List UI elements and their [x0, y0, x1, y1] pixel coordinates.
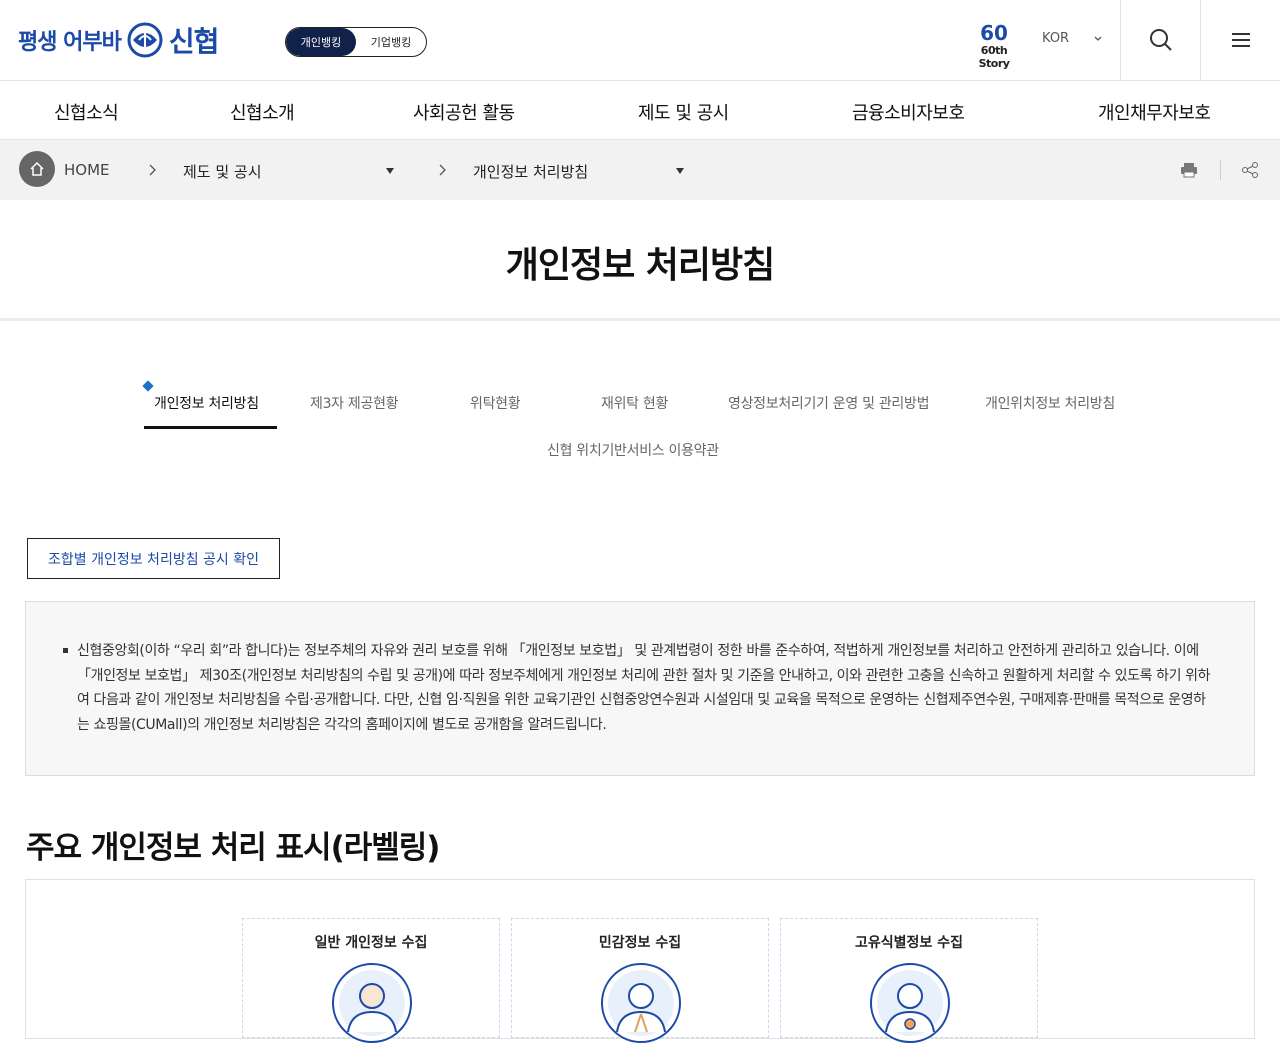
- chevron-right-icon: [149, 164, 156, 176]
- breadcrumb-home[interactable]: HOME: [64, 161, 110, 179]
- person-icon: [332, 963, 412, 1043]
- bank-type-toggle: 개인뱅킹 기업뱅킹: [285, 27, 427, 57]
- logo-brand: 신협: [168, 25, 220, 58]
- cu-logo-icon: [127, 22, 163, 58]
- gnb-item-consumer[interactable]: 금융소비자보호: [852, 99, 965, 125]
- logo-slogan: 평생 어부바: [18, 30, 122, 55]
- card-title: 일반 개인정보 수집: [314, 935, 428, 951]
- title-divider: [0, 318, 1280, 321]
- card-title: 민감정보 수집: [598, 935, 682, 951]
- chevron-right-icon: [439, 164, 446, 176]
- tab-cctv[interactable]: 영상정보처리기기 운영 및 관리방법: [728, 393, 929, 413]
- label-card-general: 일반 개인정보 수집: [242, 918, 500, 1043]
- search-button[interactable]: [1120, 0, 1200, 80]
- menu-button[interactable]: [1200, 0, 1280, 80]
- active-tab-marker: [142, 380, 154, 392]
- tab-privacy-policy[interactable]: 개인정보 처리방침: [154, 393, 259, 413]
- bullet: [63, 648, 68, 653]
- story-number: 60: [980, 21, 1008, 45]
- gnb-item-policy[interactable]: 제도 및 공시: [638, 99, 729, 125]
- search-icon: [1149, 29, 1172, 51]
- language-select[interactable]: KOR: [1042, 31, 1103, 46]
- tab-location-terms[interactable]: 신협 위치기반서비스 이용약관: [547, 440, 719, 460]
- chevron-down-icon: [1094, 36, 1102, 41]
- story-label: 60th Story: [978, 44, 1010, 70]
- site-logo[interactable]: 평생 어부바 신협: [18, 20, 220, 60]
- share-icon[interactable]: [1241, 161, 1259, 179]
- language-value: KOR: [1042, 31, 1070, 46]
- person-id-icon: [870, 963, 950, 1043]
- tab-outsourcing[interactable]: 위탁현황: [470, 393, 521, 413]
- home-icon: [30, 161, 44, 176]
- intro-text: 신협중앙회(이하 “우리 회”라 합니다)는 정보주체의 자유와 권리 보호를 …: [77, 643, 1211, 733]
- labeling-title: 주요 개인정보 처리 표시(라벨링): [26, 830, 440, 866]
- gnb-item-about[interactable]: 신협소개: [230, 99, 295, 125]
- home-button[interactable]: [19, 151, 55, 187]
- card-title: 고유식별정보 수집: [855, 935, 963, 951]
- caret-down-icon[interactable]: [676, 168, 684, 174]
- gnb-item-debtor[interactable]: 개인채무자보호: [1098, 99, 1211, 125]
- personal-banking-tab[interactable]: 개인뱅킹: [286, 28, 356, 56]
- breadcrumb-level2[interactable]: 개인정보 처리방침: [473, 161, 588, 182]
- caret-down-icon[interactable]: [386, 168, 394, 174]
- tab-third-party[interactable]: 제3자 제공현황: [310, 393, 399, 413]
- divider: [1220, 160, 1221, 180]
- global-navigation: 신협소식 신협소개 사회공헌 활동 제도 및 공시 금융소비자보호 개인채무자보…: [0, 81, 1280, 140]
- union-policy-button[interactable]: 조합별 개인정보 처리방침 공시 확인: [27, 538, 280, 579]
- tab-location-policy[interactable]: 개인위치정보 처리방침: [985, 393, 1115, 413]
- site-header: 평생 어부바 신협 개인뱅킹 기업뱅킹 60 60th Story KOR: [0, 0, 1280, 81]
- gnb-item-news[interactable]: 신협소식: [54, 99, 119, 125]
- 60th-story-link[interactable]: 60 60th Story: [966, 21, 1022, 70]
- breadcrumb-level1[interactable]: 제도 및 공시: [183, 161, 262, 182]
- tab-sub-outsourcing[interactable]: 재위탁 현황: [601, 393, 668, 413]
- print-icon[interactable]: [1180, 161, 1198, 179]
- hamburger-menu-icon: [1231, 33, 1250, 47]
- gnb-item-social[interactable]: 사회공헌 활동: [413, 99, 515, 125]
- person-sensitive-icon: [601, 963, 681, 1043]
- label-card-sensitive: 민감정보 수집: [511, 918, 769, 1043]
- page-title: 개인정보 처리방침: [505, 245, 776, 286]
- business-banking-tab[interactable]: 기업뱅킹: [356, 28, 426, 56]
- label-card-unique-id: 고유식별정보 수집: [780, 918, 1038, 1043]
- active-tab-underline: [144, 426, 277, 429]
